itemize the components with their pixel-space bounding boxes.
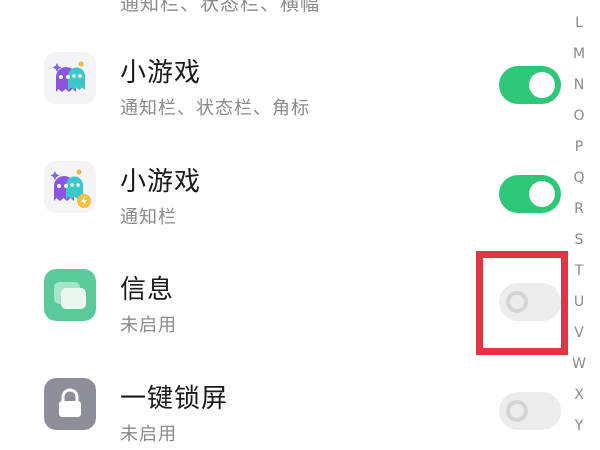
alphabet-index-letter[interactable]: L: [568, 12, 590, 43]
alphabet-index-letter[interactable]: U: [568, 291, 590, 322]
lock-screen-icon: [44, 378, 96, 430]
app-title: 一键锁屏: [120, 384, 229, 414]
alphabet-index-letter[interactable]: R: [568, 198, 590, 229]
top-partial-subtitle: 通知栏、状态栏、横幅: [120, 0, 321, 15]
messages-icon: [44, 269, 96, 321]
app-title: 小游戏: [120, 167, 202, 197]
list-item[interactable]: 小游戏 通知栏: [0, 143, 561, 253]
list-item[interactable]: 小游戏 通知栏、状态栏、角标: [0, 34, 561, 144]
list-item[interactable]: 信息 未启用: [0, 251, 561, 361]
alphabet-index-letter[interactable]: Q: [568, 167, 590, 198]
list-item[interactable]: 一键锁屏 未启用: [0, 360, 561, 450]
notification-toggle[interactable]: [499, 66, 561, 104]
toggle-knob: [506, 400, 528, 422]
alphabet-index-letter[interactable]: W: [568, 353, 590, 384]
alphabet-index-letter[interactable]: M: [568, 43, 590, 74]
toggle-knob: [529, 181, 555, 207]
alphabet-index-letter[interactable]: V: [568, 322, 590, 353]
app-subtitle: 未启用: [120, 424, 177, 445]
notification-toggle[interactable]: [499, 283, 561, 321]
alphabet-index-letter[interactable]: X: [568, 384, 590, 415]
app-subtitle: 通知栏: [120, 207, 177, 228]
app-title: 信息: [120, 275, 175, 305]
toggle-knob: [506, 291, 528, 313]
notification-toggle[interactable]: [499, 392, 561, 430]
app-subtitle: 通知栏、状态栏、角标: [120, 98, 310, 119]
alphabet-index-letter[interactable]: O: [568, 105, 590, 136]
app-title: 小游戏: [120, 58, 202, 88]
alphabet-index-letter[interactable]: N: [568, 74, 590, 105]
ghost-game-icon: [44, 52, 96, 104]
app-subtitle: 未启用: [120, 315, 177, 336]
alphabet-index[interactable]: L M N O P Q R S T U V W X Y: [568, 12, 590, 446]
alphabet-index-letter[interactable]: P: [568, 136, 590, 167]
ghost-game-badge-icon: [44, 161, 96, 213]
alphabet-index-letter[interactable]: S: [568, 229, 590, 260]
alphabet-index-letter[interactable]: T: [568, 260, 590, 291]
notification-toggle[interactable]: [499, 175, 561, 213]
alphabet-index-letter[interactable]: Y: [568, 415, 590, 446]
toggle-knob: [529, 72, 555, 98]
